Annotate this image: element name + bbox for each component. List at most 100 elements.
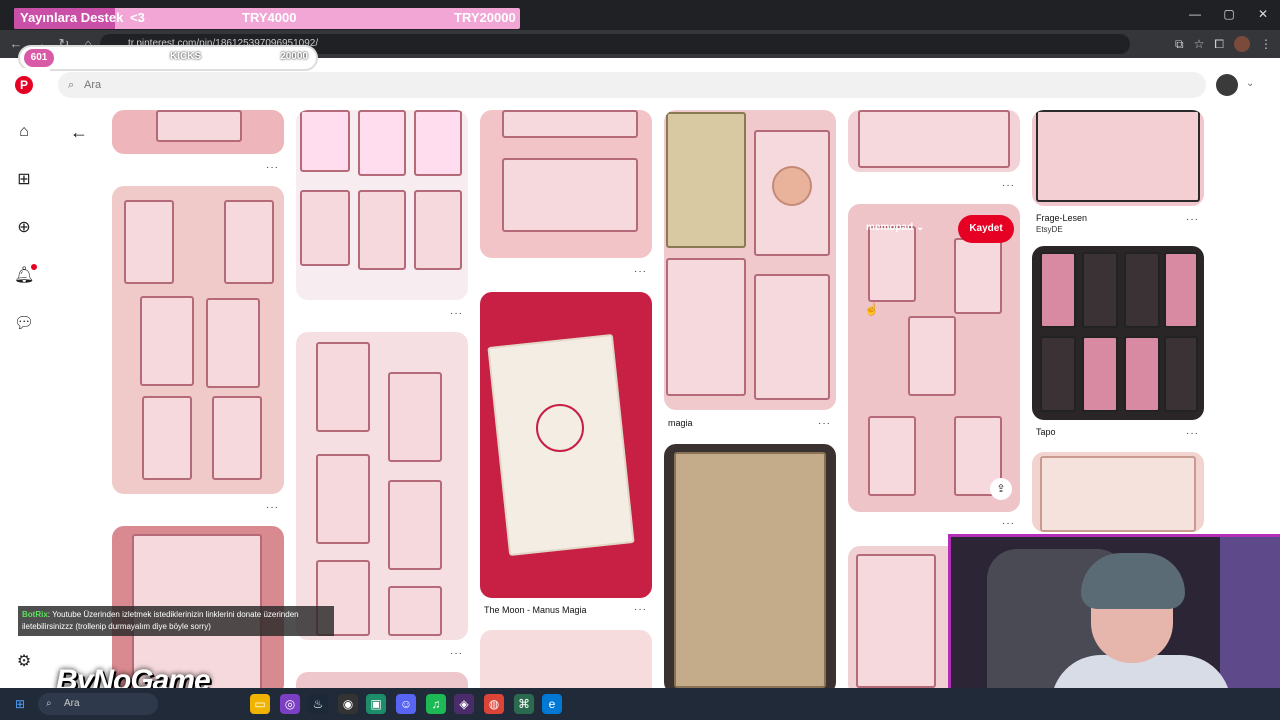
more-options-icon[interactable]: ··· bbox=[634, 604, 647, 615]
create-icon[interactable]: ⊕ bbox=[14, 218, 34, 238]
donation-goal-bar: Yayınlara Destek <3 TRY4000 TRY20000 bbox=[14, 8, 520, 29]
minimize-button[interactable]: — bbox=[1178, 0, 1212, 30]
pin-card[interactable] bbox=[480, 292, 652, 598]
pin-card[interactable] bbox=[480, 630, 652, 688]
more-options-icon[interactable]: ··· bbox=[450, 648, 463, 659]
more-options-icon[interactable]: ··· bbox=[450, 308, 463, 319]
more-options-icon[interactable]: ··· bbox=[1002, 180, 1015, 191]
extensions-icon[interactable]: ⧠ bbox=[1214, 34, 1224, 54]
tarot-card-art bbox=[388, 372, 442, 462]
chrome-icon[interactable]: ◍ bbox=[484, 694, 504, 714]
back-arrow-icon[interactable]: ← bbox=[70, 122, 88, 143]
install-app-icon[interactable]: ⧉ bbox=[1175, 34, 1184, 54]
tarot-card-art bbox=[856, 554, 936, 688]
lovers-card-art bbox=[754, 274, 830, 400]
save-button[interactable]: Kaydet bbox=[958, 215, 1014, 243]
tarot-card-art bbox=[1082, 336, 1118, 412]
explore-icon[interactable]: ⊞ bbox=[14, 170, 34, 190]
tarot-card-art bbox=[1124, 336, 1160, 412]
pin-card[interactable] bbox=[112, 186, 284, 494]
more-options-icon[interactable]: ··· bbox=[634, 266, 647, 277]
more-options-icon[interactable]: ··· bbox=[266, 162, 279, 173]
pin-card[interactable] bbox=[296, 332, 468, 640]
pin-card[interactable] bbox=[296, 672, 468, 688]
tarot-card-art bbox=[414, 190, 462, 270]
search-input[interactable]: ⌕ Ara bbox=[58, 72, 1206, 98]
taskbar-search-input[interactable]: ⌕ Ara bbox=[38, 693, 158, 715]
browser-profile-avatar[interactable] bbox=[1234, 36, 1250, 52]
pinterest-logo-icon[interactable]: P bbox=[15, 76, 33, 94]
pin-card[interactable] bbox=[1032, 452, 1204, 532]
close-window-button[interactable]: ✕ bbox=[1246, 0, 1280, 30]
lovers-card-art bbox=[858, 110, 1010, 168]
pin-card[interactable] bbox=[848, 204, 1020, 512]
pin-card[interactable] bbox=[1032, 246, 1204, 420]
donation-title: Yayınlara Destek bbox=[20, 10, 124, 25]
obs-icon[interactable]: ◉ bbox=[338, 694, 358, 714]
moon-symbol bbox=[536, 404, 584, 452]
pin-card[interactable] bbox=[112, 110, 284, 154]
tarot-card-art bbox=[140, 296, 194, 386]
app-icon[interactable]: ◎ bbox=[280, 694, 300, 714]
tarot-card-art bbox=[206, 298, 260, 388]
more-options-icon[interactable]: ··· bbox=[1186, 214, 1199, 225]
mouse-cursor-icon: ☝ bbox=[864, 302, 879, 316]
more-options-icon[interactable]: ··· bbox=[818, 418, 831, 429]
edge-icon[interactable]: e bbox=[542, 694, 562, 714]
search-icon: ⌕ bbox=[46, 698, 52, 709]
kicks-label: KICKS bbox=[170, 51, 202, 62]
donation-goal: TRY20000 bbox=[454, 10, 516, 25]
settings-gear-icon[interactable]: ⚙ bbox=[14, 652, 34, 672]
board-name: memopad bbox=[866, 222, 914, 233]
share-icon[interactable]: ⇪ bbox=[990, 478, 1012, 500]
browser-menu-icon[interactable]: ⋮ bbox=[1260, 34, 1272, 54]
messages-icon[interactable]: 💬︎ bbox=[14, 314, 34, 334]
chevron-down-icon[interactable]: ⌄ bbox=[1246, 78, 1254, 89]
more-options-icon[interactable]: ··· bbox=[266, 502, 279, 513]
tarot-card-art bbox=[142, 396, 192, 480]
tarot-card-art bbox=[388, 480, 442, 570]
chat-username: BotRix bbox=[22, 610, 48, 619]
tarot-card-art bbox=[868, 416, 916, 496]
pin-card[interactable] bbox=[296, 110, 468, 300]
chat-message-text: : Youtube Üzerinden izletmek istedikleri… bbox=[22, 610, 299, 631]
board-selector[interactable]: memopad ⌄ bbox=[866, 222, 924, 233]
window-controls: — ▢ ✕ bbox=[1178, 0, 1280, 30]
donation-suffix: <3 bbox=[130, 10, 145, 25]
steam-icon[interactable]: ♨ bbox=[308, 694, 328, 714]
windows-taskbar: ⊞ ⌕ Ara ▭ ◎ ♨ ◉ ▣ ☺ ♫ ◈ ◍ ⌘ e bbox=[0, 688, 1280, 720]
app-icon[interactable]: ⌘ bbox=[514, 694, 534, 714]
pin-card[interactable] bbox=[664, 444, 836, 688]
pin-card[interactable] bbox=[664, 110, 836, 410]
notification-dot bbox=[31, 264, 37, 270]
tarot-card-art bbox=[212, 396, 262, 480]
app-icon[interactable]: ◈ bbox=[454, 694, 474, 714]
tarot-card-art bbox=[358, 110, 406, 176]
windows-start-icon[interactable]: ⊞ bbox=[10, 694, 30, 714]
tarot-card-art bbox=[502, 158, 638, 232]
spotify-icon[interactable]: ♫ bbox=[426, 694, 446, 714]
more-options-icon[interactable]: ··· bbox=[1002, 518, 1015, 529]
more-options-icon[interactable]: ··· bbox=[1186, 428, 1199, 439]
pin-card[interactable] bbox=[480, 110, 652, 258]
chat-message-overlay: BotRix: Youtube Üzerinden izletmek isted… bbox=[18, 606, 334, 636]
pin-card[interactable] bbox=[848, 110, 1020, 172]
tarot-card-art bbox=[1164, 336, 1198, 412]
home-icon[interactable]: ⌂ bbox=[14, 122, 34, 142]
justice-card-art bbox=[674, 452, 826, 688]
file-explorer-icon[interactable]: ▭ bbox=[250, 694, 270, 714]
star-card-art bbox=[1036, 110, 1200, 202]
discord-icon[interactable]: ☺ bbox=[396, 694, 416, 714]
bookmark-star-icon[interactable]: ☆ bbox=[1194, 34, 1205, 54]
search-icon: ⌕ bbox=[68, 79, 75, 91]
streamer-hair bbox=[1081, 553, 1185, 609]
pin-card[interactable] bbox=[1032, 110, 1204, 206]
maximize-button[interactable]: ▢ bbox=[1212, 0, 1246, 30]
kicks-goal-bar: 601 KICKS 20000 bbox=[20, 47, 316, 69]
wheel-symbol bbox=[772, 166, 812, 206]
app-icon[interactable]: ▣ bbox=[366, 694, 386, 714]
tarot-card-art bbox=[1164, 252, 1198, 328]
user-avatar[interactable] bbox=[1216, 74, 1238, 96]
tarot-card-art bbox=[1124, 252, 1160, 328]
tarot-card-art bbox=[1040, 336, 1076, 412]
